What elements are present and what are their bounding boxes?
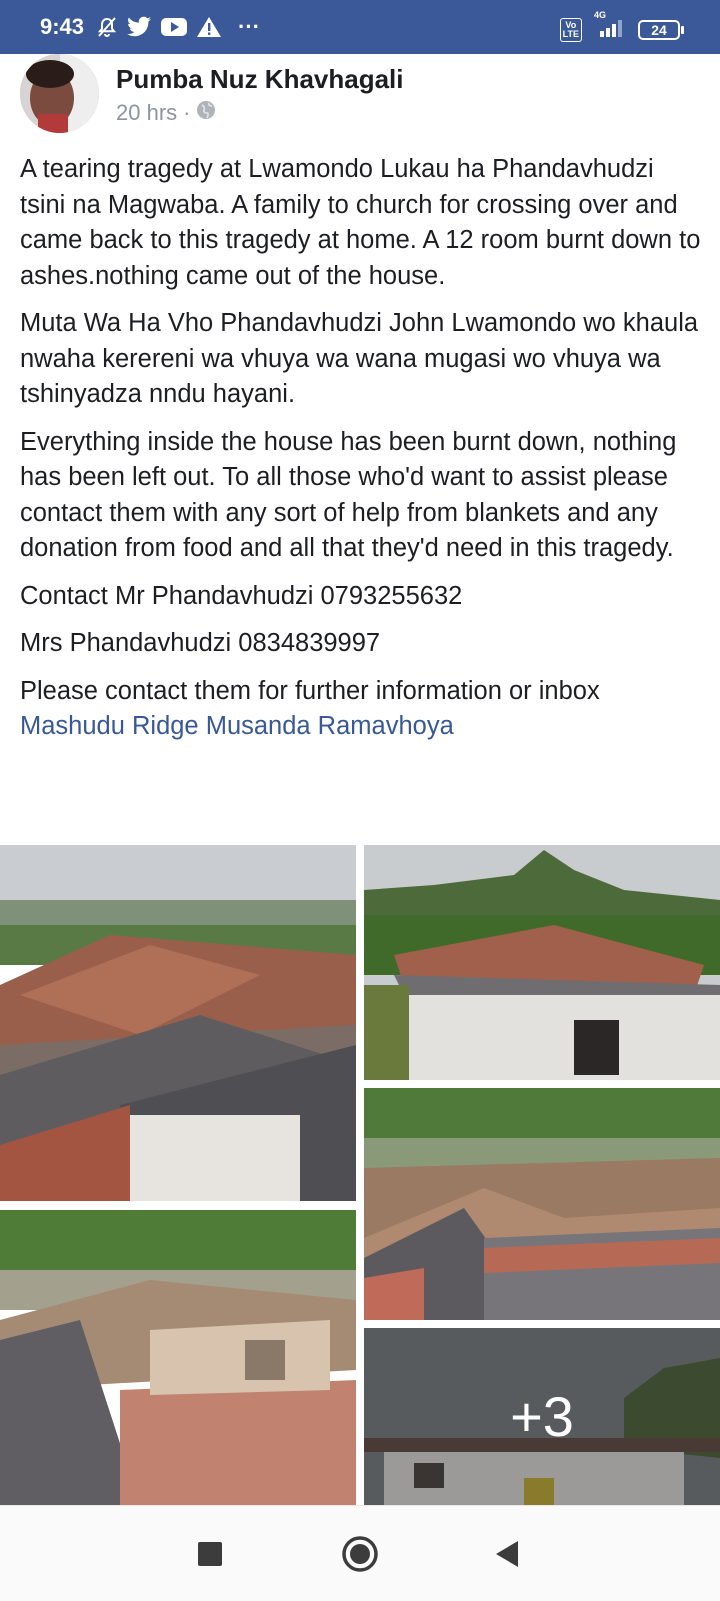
volte-icon: Vo LTE — [559, 17, 582, 42]
circle-icon — [342, 1535, 378, 1572]
more-notifications-icon: ··· — [238, 14, 260, 39]
contact-mr: Contact Mr Phandavhudzi 0793255632 — [20, 581, 463, 610]
post-paragraph-last: Please contact them for further informat… — [20, 674, 705, 745]
home-button[interactable] — [320, 1506, 400, 1601]
back-button[interactable] — [467, 1506, 547, 1601]
navigation-bar — [0, 1505, 720, 1601]
battery-level: 24 — [651, 21, 667, 38]
post-meta: 20 hrs · — [116, 100, 216, 126]
battery-icon: 24 — [638, 19, 684, 40]
globe-icon — [196, 100, 216, 126]
author-name[interactable]: Pumba Nuz Khavhagali — [116, 64, 404, 95]
status-time: 9:43 — [40, 14, 85, 39]
meta-separator: · — [183, 100, 191, 125]
photo-2[interactable] — [364, 845, 720, 1080]
contact-mrs: Mrs Phandavhudzi 0834839997 — [20, 629, 381, 657]
youtube-icon — [160, 17, 188, 37]
status-bar: 9:43 ··· Vo LTE 4G 24 — [0, 0, 720, 54]
warning-icon — [196, 16, 222, 38]
recents-button[interactable] — [170, 1506, 250, 1601]
mention-link[interactable]: Mashudu Ridge Musanda Ramavhoya — [20, 712, 454, 740]
back-triangle-icon — [496, 1540, 518, 1567]
square-icon — [198, 1541, 222, 1566]
post-paragraph: A tearing tragedy at Lwamondo Lukau ha P… — [20, 155, 701, 290]
signal-icon: 4G — [592, 10, 628, 43]
post-time[interactable]: 20 hrs — [116, 100, 177, 126]
author-avatar[interactable] — [20, 54, 99, 133]
photo-3[interactable] — [364, 1088, 720, 1320]
post-paragraph: Everything inside the house has been bur… — [20, 427, 677, 563]
closing-text: Please contact them for further informat… — [20, 676, 600, 705]
more-photos-count: +3 — [510, 1385, 574, 1448]
muted-bell-icon — [96, 16, 118, 38]
post-paragraph: Muta Wa Ha Vho Phandavhudzi John Lwamond… — [20, 309, 699, 408]
photo-1[interactable] — [0, 845, 356, 1201]
photo-4[interactable] — [0, 1210, 356, 1505]
network-type: 4G — [594, 10, 607, 20]
photo-5-more[interactable]: +3 — [364, 1328, 720, 1505]
twitter-icon — [126, 16, 152, 38]
post-body: A tearing tragedy at Lwamondo Lukau ha P… — [20, 152, 705, 757]
